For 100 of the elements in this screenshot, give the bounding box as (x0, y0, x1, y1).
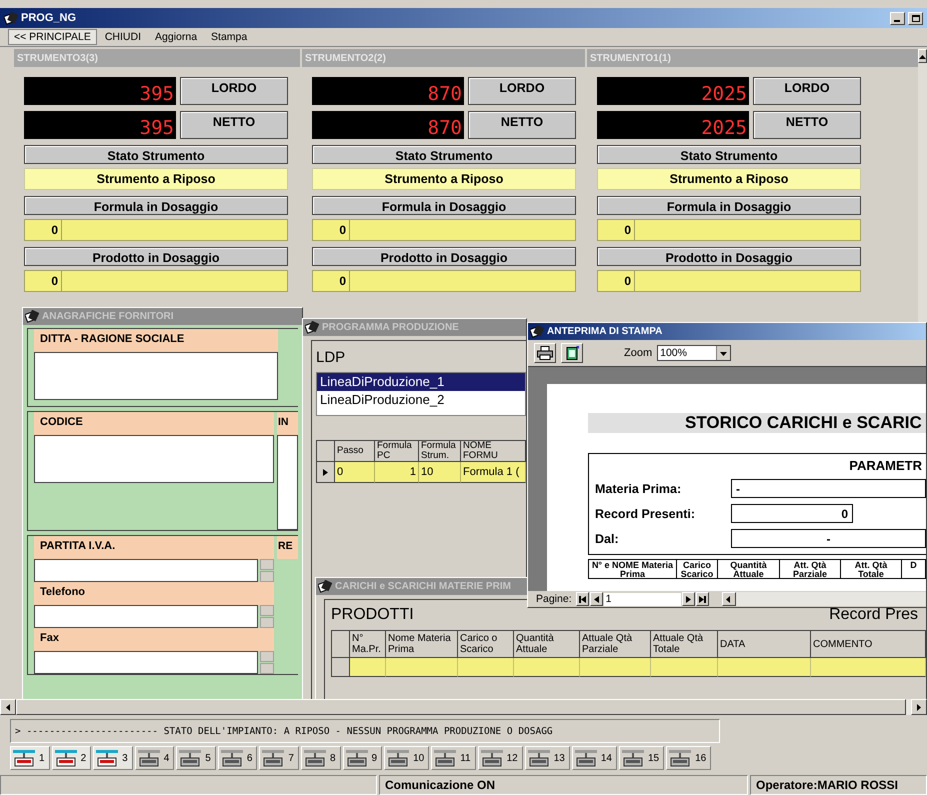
page-field[interactable]: 1 (604, 592, 681, 606)
terminal-icon (178, 749, 202, 767)
state-value: Strumento a Riposo (312, 168, 576, 190)
device-button[interactable]: 11 (431, 746, 476, 770)
panel-title: STRUMENTO2(2) (302, 49, 585, 67)
scroll-up-button[interactable] (918, 49, 927, 63)
code-field: 0 (24, 219, 62, 241)
horizontal-scrollbar[interactable] (722, 592, 926, 606)
column-header[interactable]: Carico o Scarico (458, 630, 514, 658)
column-header[interactable]: Attuale Qtà Parziale (580, 630, 651, 658)
first-page-icon (578, 596, 586, 602)
column-header: N° e NOME Materia Prima (589, 559, 677, 579)
column-header[interactable]: N° Ma.Pr. (350, 630, 386, 658)
print-button[interactable] (534, 343, 556, 363)
param-label: Record Presenti: (595, 506, 696, 520)
table-cell (350, 658, 386, 677)
table-cell (458, 658, 514, 677)
terminal-icon (136, 749, 161, 767)
window-title: PROGRAMMA PRODUZIONE (322, 322, 459, 333)
device-button[interactable]: 13 (524, 746, 570, 770)
list-box[interactable]: LineaDiProduzione_1 LineaDiProduzione_2 (316, 372, 526, 416)
device-button[interactable]: 4 (134, 746, 174, 770)
terminal-icon (261, 749, 286, 767)
row-selector[interactable] (317, 462, 335, 483)
device-button[interactable]: 12 (478, 746, 523, 770)
code-field: 0 (312, 219, 350, 241)
next-page-button[interactable] (682, 592, 695, 606)
device-button[interactable]: 7 (259, 746, 299, 770)
input-field[interactable] (34, 435, 274, 483)
input-field[interactable] (34, 651, 258, 674)
device-button[interactable]: 2 (52, 746, 92, 770)
section-label: Stato Strumento (312, 145, 576, 164)
list-item[interactable]: LineaDiProduzione_2 (317, 391, 525, 409)
code-field: 0 (312, 270, 350, 292)
table-cell (580, 658, 651, 677)
column-header[interactable]: Formula Strum. (419, 440, 461, 462)
window-title: PROG_NG (21, 12, 76, 24)
device-button[interactable]: 5 (176, 746, 216, 770)
column-header[interactable]: NOME FORMU (461, 440, 526, 462)
maximize-icon (912, 14, 920, 22)
terminal-icon (344, 749, 368, 767)
terminal-icon (54, 749, 78, 767)
code-field: 0 (597, 270, 635, 292)
device-button[interactable]: 9 (342, 746, 382, 770)
column-header[interactable]: COMMENTO (811, 630, 926, 658)
table-cell: Formula 1 ( (461, 462, 526, 483)
horizontal-scrollbar[interactable] (0, 699, 927, 715)
column-header[interactable]: Quantità Attuale (514, 630, 580, 658)
weight-display: 870 (312, 111, 464, 139)
menu-item[interactable]: Aggiorna (149, 29, 204, 45)
column-header[interactable]: Passo (335, 440, 375, 462)
device-button[interactable]: 14 (572, 746, 617, 770)
printer-icon (537, 346, 553, 360)
zoom-dropdown[interactable]: 100% (657, 345, 732, 361)
menu-item[interactable]: << PRINCIPALE (8, 29, 97, 45)
column-header[interactable]: Attuale Qtà Totale (651, 630, 718, 658)
status-text: Operatore:MARIO ROSSI (750, 775, 927, 795)
input-field[interactable] (34, 559, 258, 582)
device-button[interactable]: 8 (300, 746, 340, 770)
device-button[interactable]: 10 (384, 746, 430, 770)
menu-item[interactable]: CHIUDI (98, 29, 148, 45)
terminal-icon (433, 749, 458, 767)
maximize-button[interactable] (908, 12, 923, 24)
dropdown-arrow-icon (720, 350, 728, 356)
terminal-icon (220, 749, 244, 767)
last-page-icon (698, 596, 706, 602)
state-value: Strumento a Riposo (597, 168, 861, 190)
cards-icon (25, 310, 39, 323)
input-field[interactable] (277, 435, 298, 530)
page-setup-button[interactable] (561, 343, 583, 363)
param-label: Materia Prima: (595, 482, 682, 496)
last-page-button[interactable] (696, 592, 709, 606)
list-item[interactable]: LineaDiProduzione_1 (317, 373, 525, 391)
menu-item[interactable]: Stampa (205, 29, 254, 45)
pages-label: Pagine: (536, 593, 572, 605)
device-button[interactable]: 16 (666, 746, 712, 770)
table-cell (386, 658, 458, 677)
minimize-button[interactable] (890, 12, 905, 24)
device-button[interactable]: 3 (93, 746, 133, 770)
right-arrow-icon (916, 704, 922, 710)
field-label: PARTITA I.V.A. (40, 540, 116, 552)
input-field[interactable] (34, 605, 258, 628)
first-page-button[interactable] (576, 592, 589, 606)
field-label: RE (278, 540, 294, 552)
column-header[interactable]: Nome Materia Prima (386, 630, 458, 658)
column-header[interactable]: Formula PC (375, 440, 419, 462)
device-button[interactable]: 15 (618, 746, 664, 770)
terminal-icon (526, 749, 551, 767)
section-label: Formula in Dosaggio (597, 196, 861, 215)
device-button[interactable]: 6 (218, 746, 258, 770)
section-label: Formula in Dosaggio (312, 196, 576, 215)
cards-icon (530, 325, 544, 338)
device-button[interactable]: 1 (10, 746, 50, 770)
param-value: - (731, 529, 926, 548)
previous-page-button[interactable] (590, 592, 603, 606)
input-field[interactable] (34, 352, 278, 400)
column-header[interactable]: DATA (718, 630, 811, 658)
cards-icon (305, 321, 319, 334)
terminal-icon (386, 749, 410, 767)
row-selector[interactable] (332, 658, 350, 677)
